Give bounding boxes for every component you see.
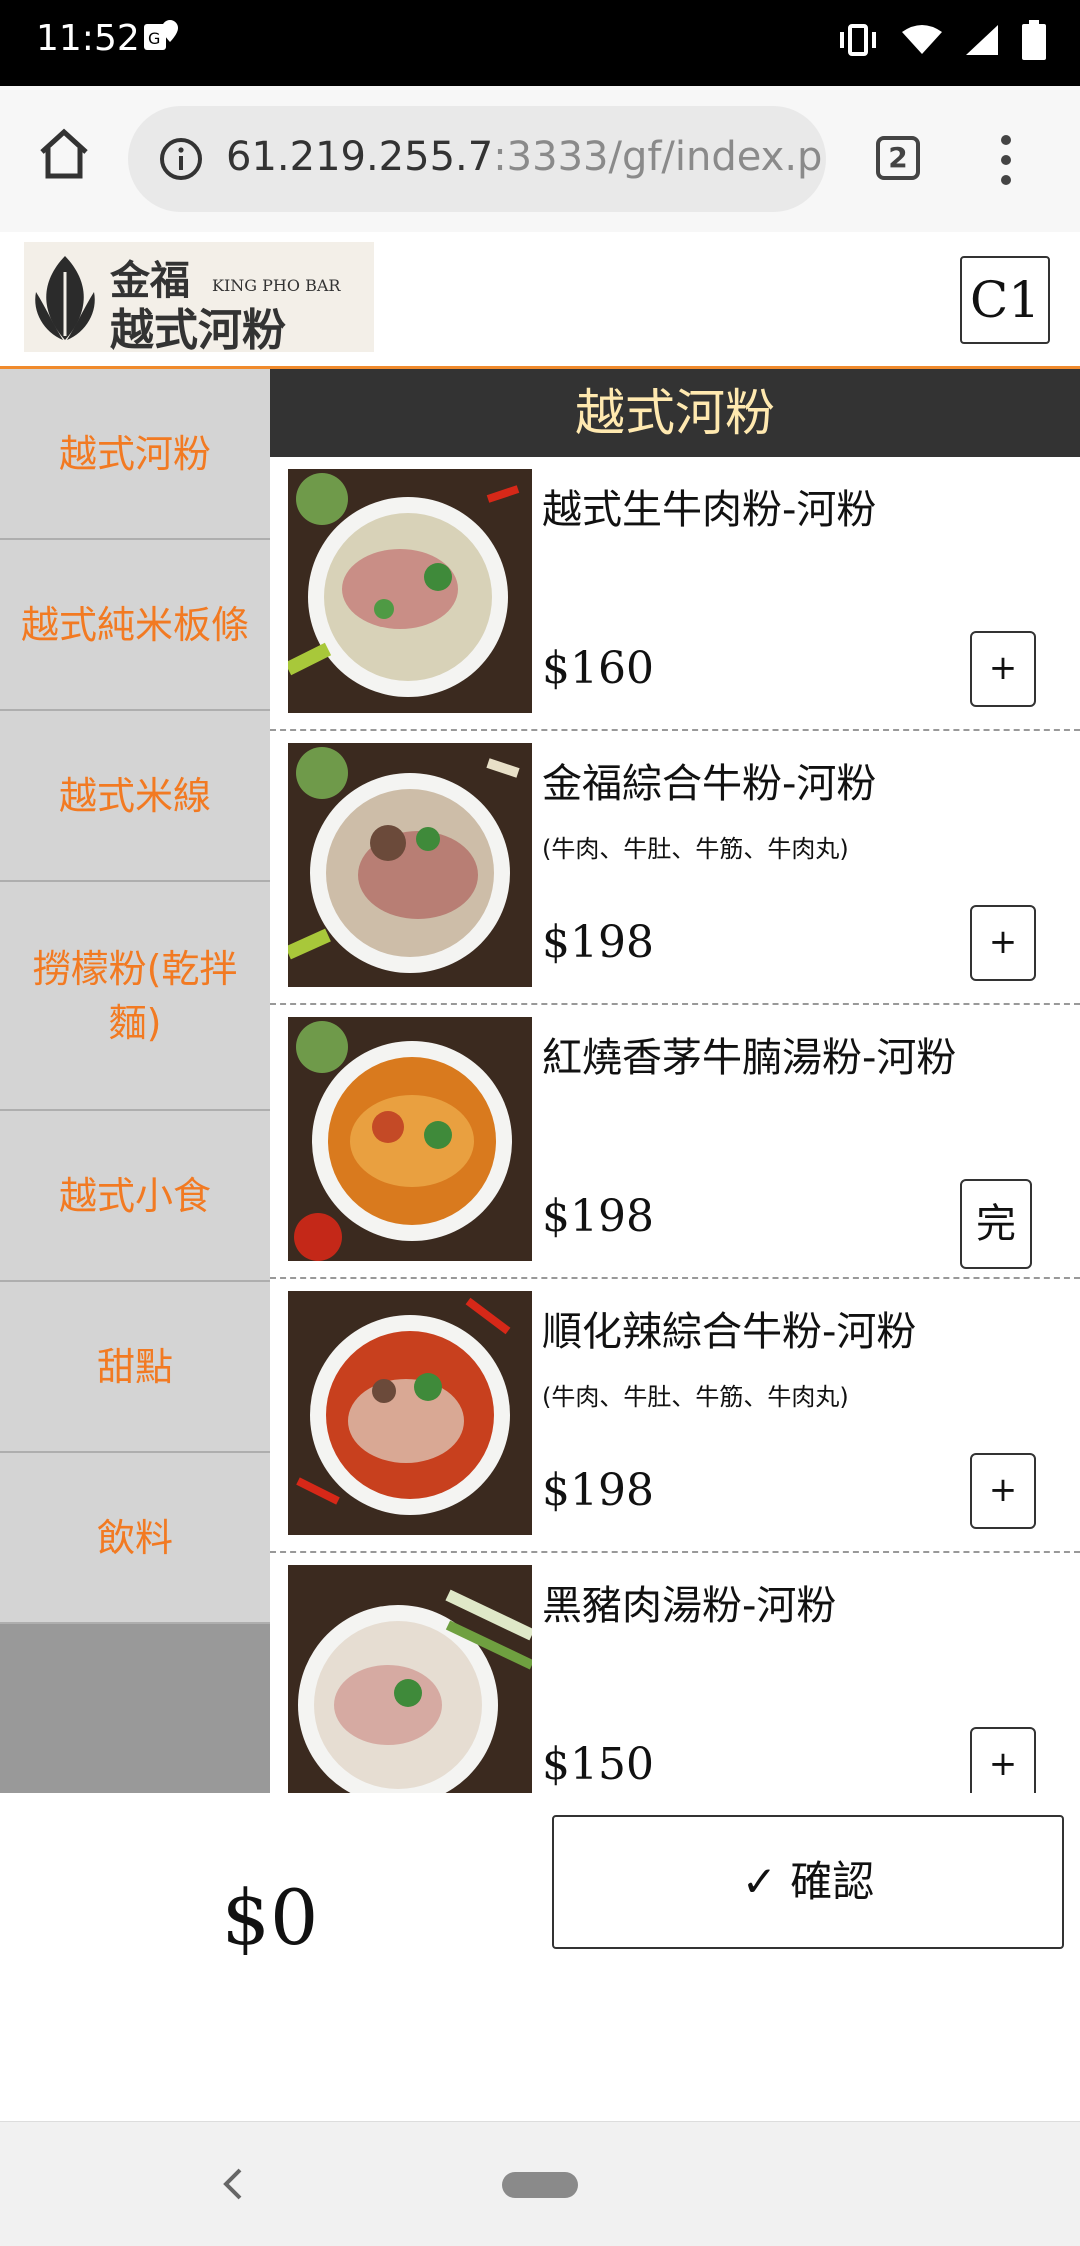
- sidebar-item-snacks[interactable]: 越式小食: [0, 1111, 270, 1282]
- dish-name: 越式生牛肉粉-河粉: [542, 487, 877, 533]
- leaf-logo-icon: [35, 256, 95, 340]
- brand-logo: 金福 KING PHO BAR 越式河粉: [24, 242, 374, 356]
- dish-name: 順化辣綜合牛粉-河粉: [542, 1309, 917, 1355]
- status-time: 11:52: [36, 18, 140, 59]
- dish-photo: [288, 1017, 532, 1261]
- svg-text:G: G: [148, 29, 160, 48]
- app-header: 金福 KING PHO BAR 越式河粉 C1: [0, 232, 1080, 369]
- system-nav-bar: [0, 2122, 1080, 2246]
- logo-text-line2: 越式河粉: [110, 305, 286, 356]
- browser-toolbar: 61.219.255.7:3333/gf/index.ph 2: [0, 86, 1080, 233]
- menu-item: 黑豬肉湯粉-河粉 $150 +: [270, 1553, 1080, 1793]
- home-icon[interactable]: [34, 124, 94, 184]
- category-title: 越式河粉: [270, 369, 1080, 457]
- sidebar-item-drinks[interactable]: 飲料: [0, 1453, 270, 1624]
- dish-description: (牛肉、牛肚、牛筋、牛肉丸): [542, 835, 849, 863]
- add-to-cart-button[interactable]: +: [970, 1727, 1036, 1793]
- location-icon: G: [144, 20, 178, 50]
- dish-name: 紅燒香茅牛腩湯粉-河粉: [542, 1035, 957, 1081]
- sidebar-item-vermicelli[interactable]: 越式米線: [0, 711, 270, 882]
- info-icon[interactable]: [158, 136, 204, 182]
- order-footer: $0 ✓ 確認: [0, 1793, 1080, 2123]
- menu-list: 越式河粉 越式生牛肉粉-河粉 $160 + 金福綜合牛粉-河粉 (牛肉、牛肚、牛…: [270, 369, 1080, 1793]
- sidebar-item-dessert[interactable]: 甜點: [0, 1282, 270, 1453]
- url-text[interactable]: 61.219.255.7:3333/gf/index.ph: [226, 134, 826, 180]
- dish-price: $150: [542, 1739, 654, 1790]
- status-bar: 11:52 G: [0, 0, 1080, 86]
- logo-text-english: KING PHO BAR: [212, 276, 341, 295]
- dish-price: $198: [542, 1465, 654, 1516]
- table-code-badge[interactable]: C1: [960, 256, 1050, 344]
- menu-item: 順化辣綜合牛粉-河粉 (牛肉、牛肚、牛筋、牛肉丸) $198 +: [270, 1279, 1080, 1553]
- url-path: :3333/gf/index.ph: [493, 134, 826, 180]
- dish-photo: [288, 743, 532, 987]
- url-host: 61.219.255.7: [226, 134, 494, 180]
- signal-icon: [966, 25, 998, 55]
- dish-photo: [288, 469, 532, 713]
- sidebar-item-rice-noodle-flat[interactable]: 越式純米板條: [0, 540, 270, 711]
- confirm-order-button[interactable]: ✓ 確認: [552, 1815, 1064, 1949]
- more-options-icon[interactable]: [994, 132, 1018, 188]
- dish-name: 黑豬肉湯粉-河粉: [542, 1583, 837, 1629]
- dish-price: $198: [542, 917, 654, 968]
- wifi-icon: [902, 25, 942, 54]
- category-sidebar: 越式河粉 越式純米板條 越式米線 撈檬粉(乾拌麵) 越式小食 甜點 飲料: [0, 369, 270, 1793]
- tab-switcher-button[interactable]: 2: [876, 136, 920, 180]
- dish-price: $160: [542, 643, 654, 694]
- home-pill-icon[interactable]: [502, 2172, 578, 2198]
- add-to-cart-button[interactable]: +: [970, 631, 1036, 707]
- back-icon[interactable]: [218, 2164, 248, 2204]
- url-bar[interactable]: 61.219.255.7:3333/gf/index.ph: [128, 106, 826, 212]
- vibrate-icon: [840, 24, 876, 56]
- sidebar-item-dry-noodle[interactable]: 撈檬粉(乾拌麵): [0, 882, 270, 1111]
- battery-icon: [1022, 20, 1046, 60]
- dish-price: $198: [542, 1191, 654, 1242]
- add-to-cart-button[interactable]: +: [970, 905, 1036, 981]
- add-to-cart-button[interactable]: +: [970, 1453, 1036, 1529]
- dish-photo: [288, 1565, 532, 1793]
- dish-description: (牛肉、牛肚、牛筋、牛肉丸): [542, 1383, 849, 1411]
- order-total: $0: [221, 1873, 319, 1962]
- menu-item: 紅燒香茅牛腩湯粉-河粉 $198 完: [270, 1005, 1080, 1279]
- menu-item: 金福綜合牛粉-河粉 (牛肉、牛肚、牛筋、牛肉丸) $198 +: [270, 731, 1080, 1005]
- sidebar-item-pho[interactable]: 越式河粉: [0, 369, 270, 540]
- sold-out-badge: 完: [960, 1179, 1032, 1269]
- menu-item: 越式生牛肉粉-河粉 $160 +: [270, 457, 1080, 731]
- dish-name: 金福綜合牛粉-河粉: [542, 761, 877, 807]
- dish-photo: [288, 1291, 532, 1535]
